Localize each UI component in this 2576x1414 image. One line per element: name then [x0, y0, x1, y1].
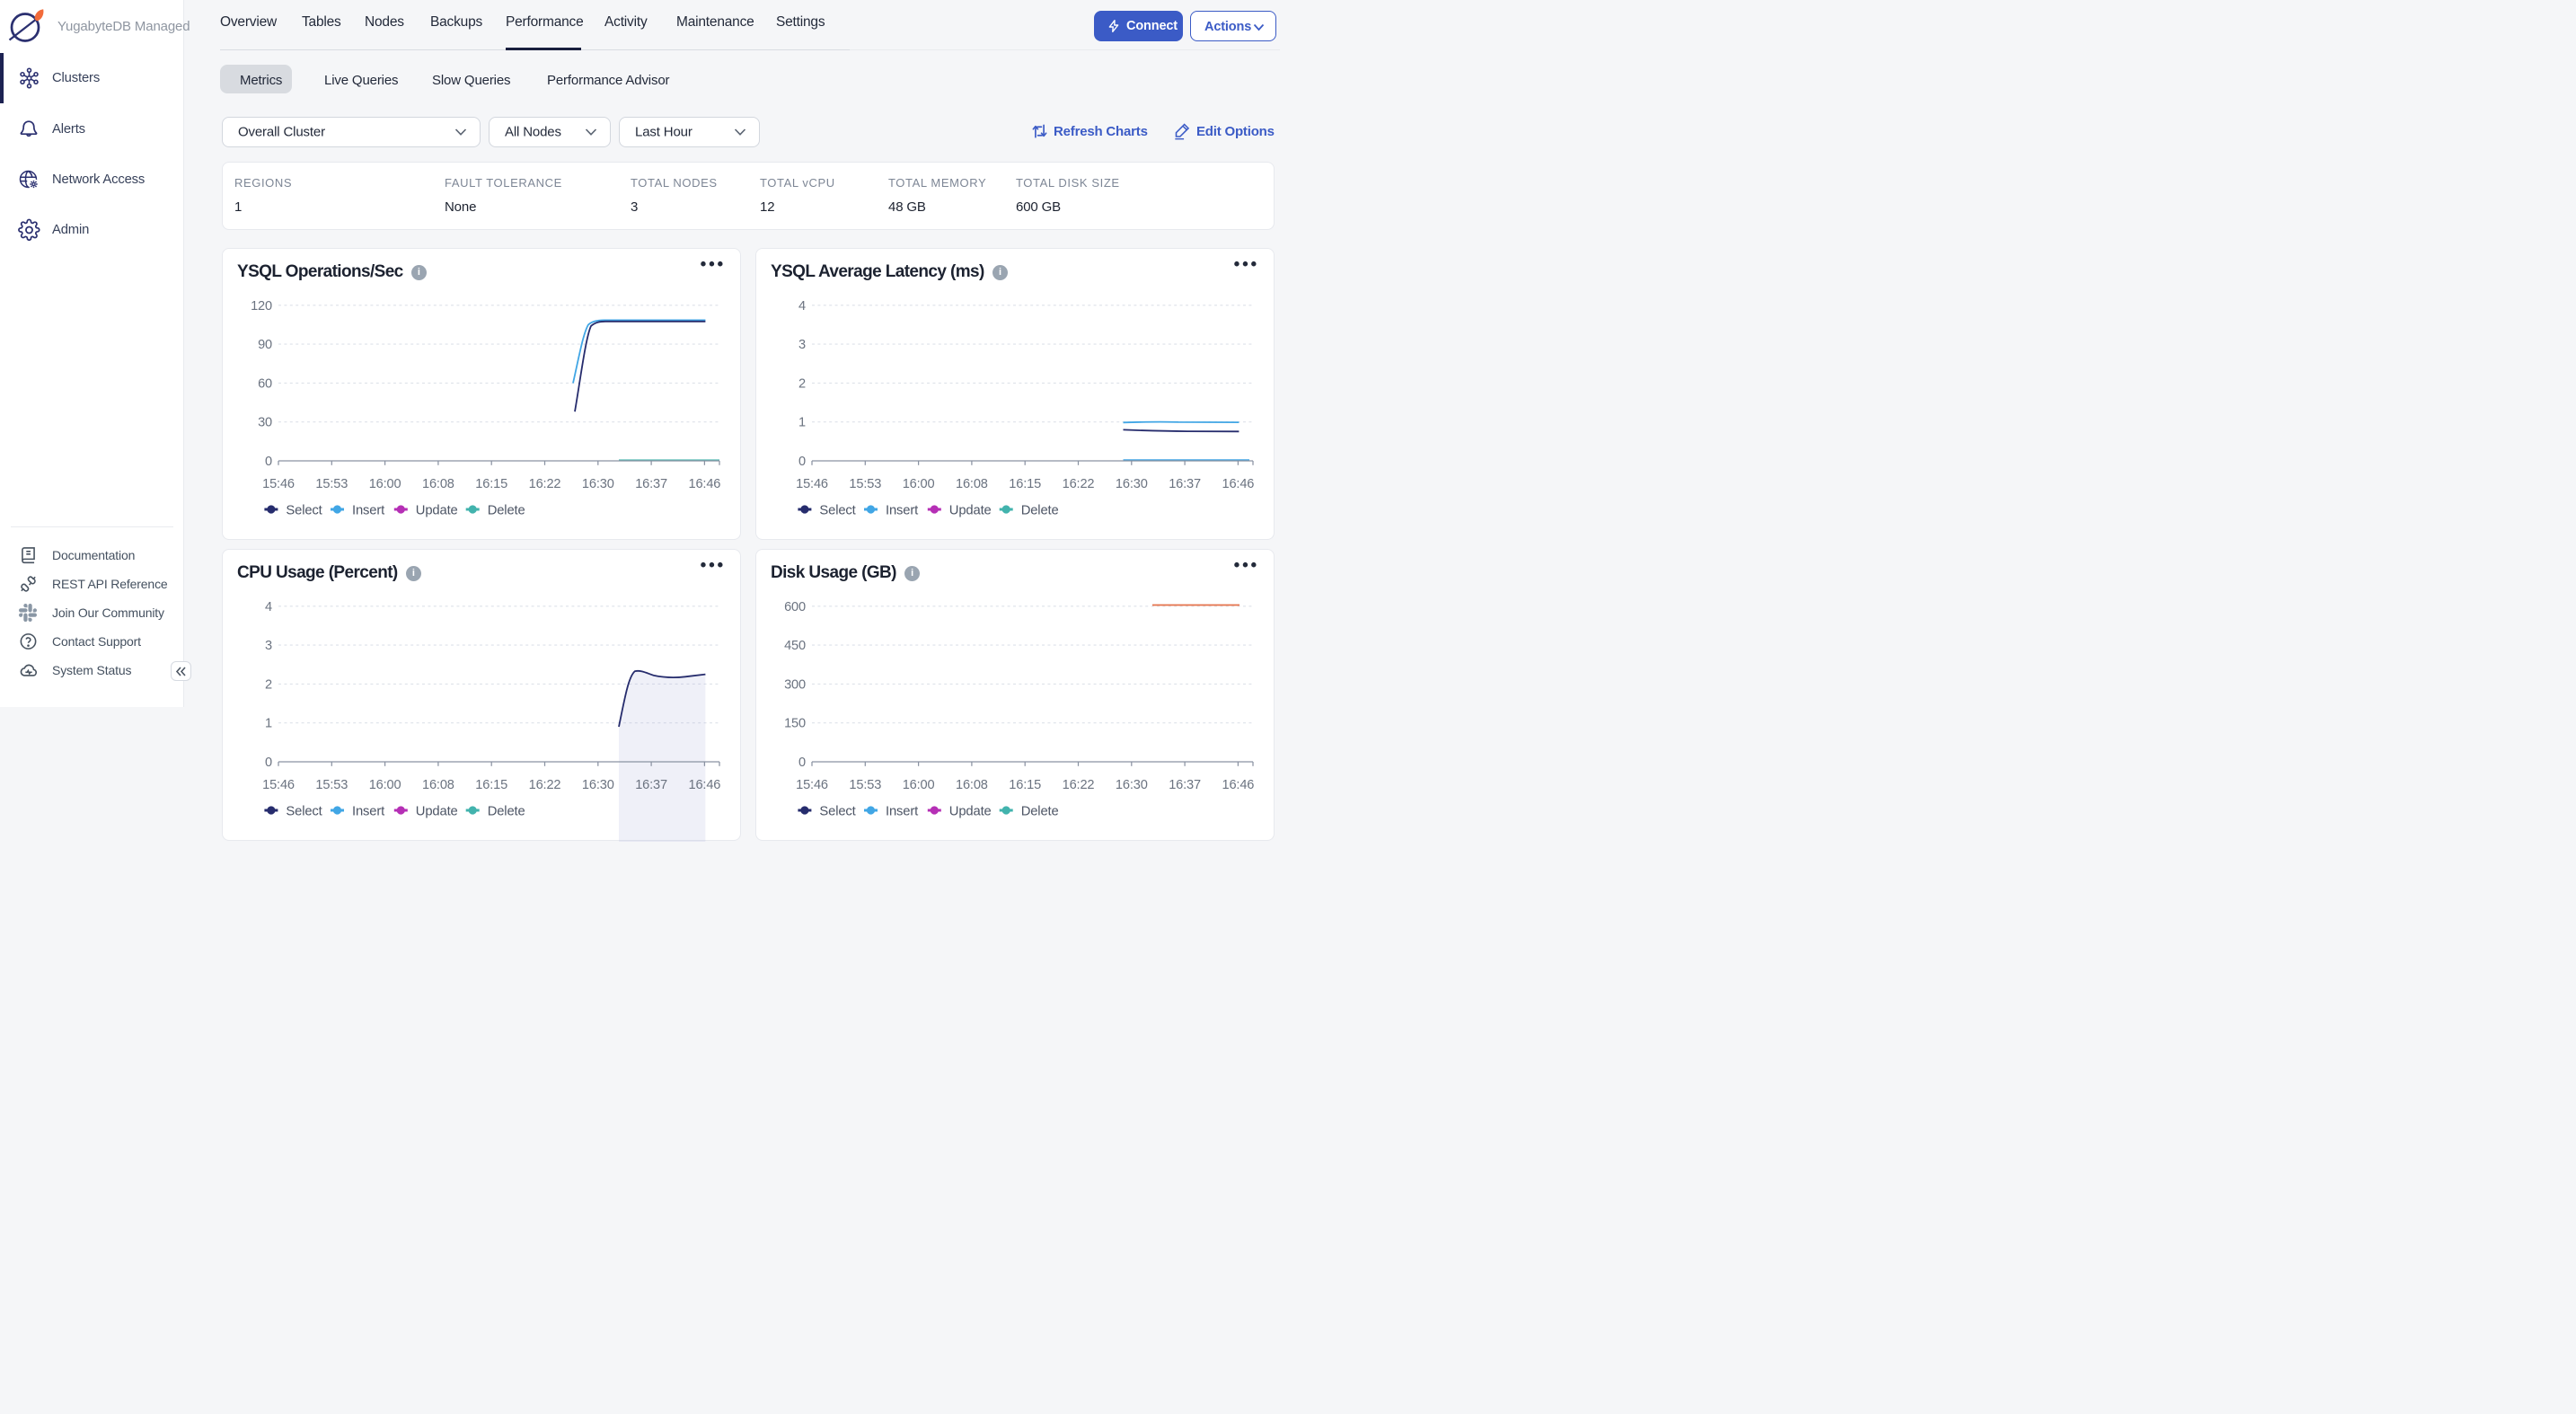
- svg-text:16:15: 16:15: [475, 778, 507, 792]
- svg-text:Insert: Insert: [352, 805, 384, 819]
- svg-text:Insert: Insert: [886, 805, 918, 819]
- svg-text:15:53: 15:53: [849, 778, 881, 792]
- svg-text:Insert: Insert: [886, 504, 918, 518]
- svg-text:Insert: Insert: [352, 504, 384, 518]
- svg-text:16:30: 16:30: [582, 477, 614, 491]
- svg-text:600: 600: [784, 600, 806, 614]
- svg-text:Update: Update: [949, 805, 992, 819]
- svg-text:16:00: 16:00: [369, 477, 401, 491]
- svg-text:16:46: 16:46: [1222, 477, 1255, 491]
- svg-text:Update: Update: [416, 504, 458, 518]
- svg-text:Select: Select: [286, 805, 322, 819]
- svg-text:150: 150: [784, 717, 806, 731]
- svg-text:15:46: 15:46: [796, 477, 828, 491]
- svg-text:16:00: 16:00: [903, 477, 935, 491]
- svg-text:120: 120: [251, 299, 272, 314]
- svg-text:15:46: 15:46: [262, 477, 295, 491]
- svg-text:3: 3: [265, 639, 272, 653]
- svg-text:16:22: 16:22: [529, 477, 561, 491]
- svg-text:0: 0: [798, 756, 806, 770]
- svg-text:90: 90: [258, 338, 272, 352]
- svg-text:16:37: 16:37: [635, 477, 667, 491]
- svg-text:1: 1: [265, 717, 272, 731]
- svg-text:Delete: Delete: [1021, 805, 1059, 819]
- svg-text:16:08: 16:08: [422, 778, 454, 792]
- svg-text:16:22: 16:22: [529, 778, 561, 792]
- svg-text:16:46: 16:46: [689, 477, 721, 491]
- svg-text:15:53: 15:53: [315, 477, 348, 491]
- svg-text:16:46: 16:46: [689, 778, 721, 792]
- svg-text:60: 60: [258, 376, 272, 391]
- svg-text:Select: Select: [286, 504, 322, 518]
- svg-text:16:15: 16:15: [475, 477, 507, 491]
- svg-text:16:15: 16:15: [1009, 477, 1041, 491]
- svg-text:16:08: 16:08: [956, 477, 988, 491]
- svg-text:16:37: 16:37: [635, 778, 667, 792]
- svg-text:4: 4: [798, 299, 806, 314]
- svg-text:15:46: 15:46: [796, 778, 828, 792]
- svg-text:16:08: 16:08: [956, 778, 988, 792]
- svg-text:16:15: 16:15: [1009, 778, 1041, 792]
- svg-text:15:53: 15:53: [315, 778, 348, 792]
- svg-text:0: 0: [265, 756, 272, 770]
- svg-text:16:46: 16:46: [1222, 778, 1255, 792]
- svg-text:16:22: 16:22: [1063, 778, 1095, 792]
- svg-text:0: 0: [798, 455, 806, 469]
- svg-text:Update: Update: [416, 805, 458, 819]
- svg-text:16:22: 16:22: [1063, 477, 1095, 491]
- svg-text:Select: Select: [819, 805, 855, 819]
- svg-text:Delete: Delete: [488, 805, 525, 819]
- svg-text:Delete: Delete: [488, 504, 525, 518]
- svg-text:Delete: Delete: [1021, 504, 1059, 518]
- svg-text:16:37: 16:37: [1169, 778, 1201, 792]
- svg-text:3: 3: [798, 338, 806, 352]
- svg-text:30: 30: [258, 416, 272, 430]
- svg-text:2: 2: [265, 677, 272, 692]
- svg-text:16:00: 16:00: [903, 778, 935, 792]
- svg-text:16:08: 16:08: [422, 477, 454, 491]
- svg-text:15:46: 15:46: [262, 778, 295, 792]
- svg-text:4: 4: [265, 600, 272, 614]
- svg-text:16:30: 16:30: [1116, 477, 1148, 491]
- svg-text:16:30: 16:30: [582, 778, 614, 792]
- svg-text:Select: Select: [819, 504, 855, 518]
- svg-text:300: 300: [784, 677, 806, 692]
- svg-text:0: 0: [265, 455, 272, 469]
- svg-text:450: 450: [784, 639, 806, 653]
- svg-text:15:53: 15:53: [849, 477, 881, 491]
- svg-text:1: 1: [798, 416, 806, 430]
- svg-text:16:30: 16:30: [1116, 778, 1148, 792]
- svg-text:2: 2: [798, 376, 806, 391]
- svg-text:16:00: 16:00: [369, 778, 401, 792]
- svg-text:16:37: 16:37: [1169, 477, 1201, 491]
- svg-text:Update: Update: [949, 504, 992, 518]
